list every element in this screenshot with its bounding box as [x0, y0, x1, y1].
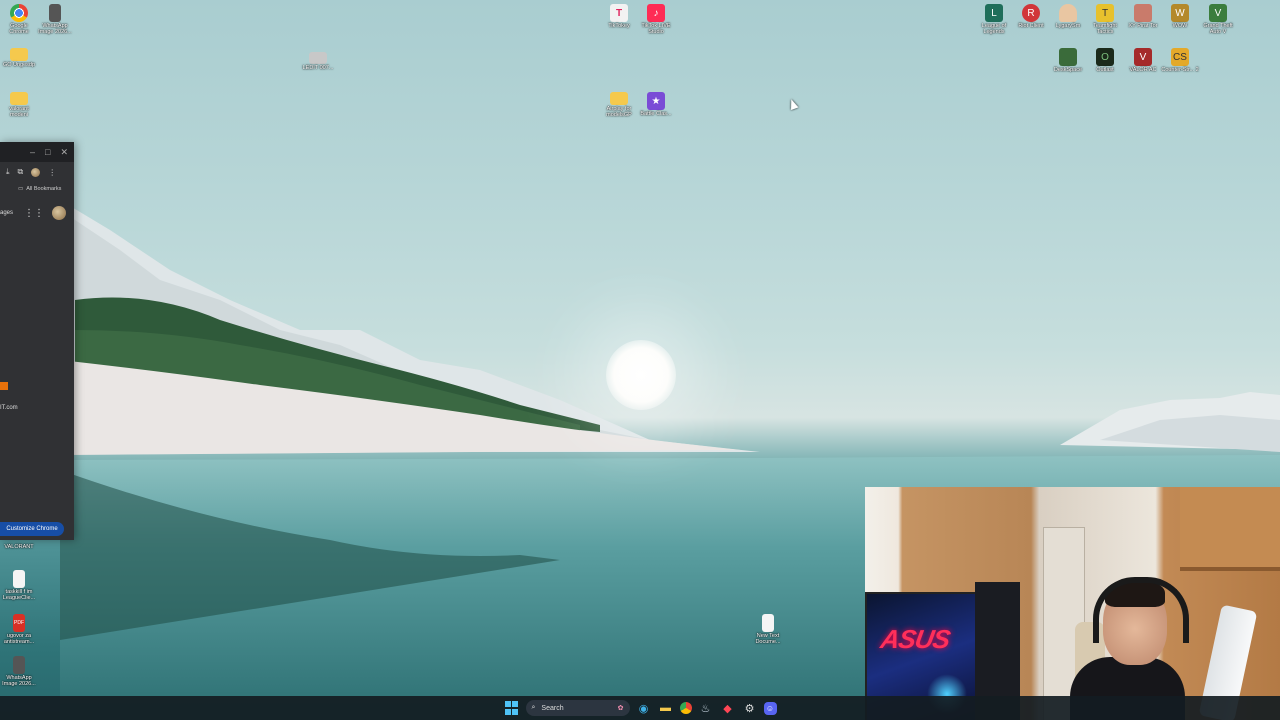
- folder-icon: [10, 48, 28, 61]
- cs2-icon: CS: [1171, 48, 1189, 66]
- search-placeholder: Search: [541, 704, 564, 712]
- desktop-icon-folder-1[interactable]: GO Ungesdp: [0, 48, 38, 68]
- chrome-icon[interactable]: [679, 702, 692, 714]
- desktop-icon-lygary[interactable]: LygarySm: [1049, 4, 1087, 29]
- file-explorer-icon[interactable]: ▬: [658, 700, 674, 716]
- taskbar: ⌕ Search ✿ ◉ ▬ ♨ ◆ ⚙ ☺: [0, 696, 1280, 720]
- profile-avatar[interactable]: [31, 167, 41, 177]
- desktop-icon-folder-airplay[interactable]: Airplay for modelsGP: [600, 92, 638, 118]
- chrome-icon: [10, 4, 28, 22]
- desktop-icon-chrome[interactable]: Google Chrome: [0, 4, 38, 35]
- webcam-overlay: ASUS: [865, 487, 1280, 720]
- bookmarks-bar: ▭ All Bookmarks: [0, 182, 74, 196]
- text-file-icon: [13, 570, 25, 588]
- desktop-icon-outlast[interactable]: O Outlast: [1086, 48, 1124, 73]
- chrome-titlebar[interactable]: – □ ✕: [0, 142, 74, 162]
- shortcut-label[interactable]: IT.com: [0, 405, 18, 411]
- customize-chrome-button[interactable]: Customize Chrome: [0, 522, 64, 536]
- wow-icon: W: [1171, 4, 1189, 22]
- desktop-icon-tiktokey[interactable]: T TikTokey: [600, 4, 638, 29]
- gta-icon: V: [1209, 4, 1227, 22]
- desktop-icon-valorant[interactable]: VALORANT: [0, 543, 38, 550]
- app-icon: [309, 52, 327, 64]
- desktop-icon-xy[interactable]: XY Pirat Tor: [1124, 4, 1162, 29]
- steam-icon[interactable]: ♨: [698, 700, 714, 716]
- sun: [606, 340, 676, 410]
- desktop-icon-valor-ac[interactable]: V VALOR AC: [1124, 48, 1162, 73]
- shortcut-icon[interactable]: [0, 382, 8, 390]
- images-link[interactable]: ages: [0, 210, 13, 216]
- app-icon: [1059, 4, 1077, 22]
- download-icon[interactable]: ⤓: [6, 167, 10, 177]
- settings-icon[interactable]: ⚙: [742, 700, 758, 716]
- desktop-icon-ugovor-pdf[interactable]: PDF ugovor za antistream...: [0, 614, 38, 645]
- desktop-icon-tiktok-live[interactable]: ♪ TikTok LIVE Studio: [637, 4, 675, 35]
- maximize-icon[interactable]: □: [45, 147, 50, 157]
- pdf-icon: PDF: [13, 614, 25, 632]
- asus-logo: ASUS: [878, 624, 952, 654]
- outlast-icon: O: [1096, 48, 1114, 66]
- menu-icon[interactable]: ⋮: [48, 168, 56, 177]
- image-file-icon: [13, 656, 25, 674]
- all-bookmarks-link[interactable]: All Bookmarks: [26, 186, 61, 192]
- folder-icon: [610, 92, 628, 105]
- start-icon[interactable]: [504, 700, 520, 716]
- desktop-icon-whatsapp-image-2[interactable]: WhatsApp Image 2026...: [0, 656, 38, 687]
- account-avatar[interactable]: [52, 206, 66, 220]
- desktop-icon-battle[interactable]: ★ Battle Clas...: [637, 92, 675, 117]
- desktop-icon-new-text[interactable]: New Text Docume...: [749, 614, 787, 645]
- desktop-icon-gta[interactable]: V Grand Theft Auto V: [1199, 4, 1237, 35]
- text-file-icon: [762, 614, 774, 632]
- desktop-icon-folder-2[interactable]: valorant modeni: [0, 92, 38, 118]
- edge-icon[interactable]: ◉: [636, 700, 652, 716]
- desktop-icon-tft[interactable]: T Teamfight Tactics: [1086, 4, 1124, 35]
- taskbar-search[interactable]: ⌕ Search ✿: [525, 700, 630, 716]
- riot-icon: R: [1022, 4, 1040, 22]
- shelf: [1180, 487, 1280, 571]
- app-icon: [1059, 48, 1077, 66]
- search-highlight-icon: ✿: [617, 705, 624, 712]
- chrome-window[interactable]: – □ ✕ ⤓ ⧉ ⋮ ▭ All Bookmarks ages ⋮⋮ IT.c…: [0, 142, 74, 540]
- close-icon[interactable]: ✕: [60, 147, 68, 158]
- desktop-icon-whatsapp-image[interactable]: WhatsApp Image 2026...: [36, 4, 74, 35]
- extensions-icon[interactable]: ⧉: [18, 167, 24, 177]
- tft-icon: T: [1096, 4, 1114, 22]
- folder-icon: ▭: [18, 186, 24, 192]
- discord-icon[interactable]: ☺: [763, 701, 777, 715]
- desktop-icon-ledit[interactable]: LEDIT 007...: [299, 52, 337, 71]
- valorant-ac-icon: V: [1134, 48, 1152, 66]
- desktop-icon-wow[interactable]: W WOW: [1161, 4, 1199, 29]
- chrome-toolbar: ⤓ ⧉ ⋮: [0, 162, 74, 182]
- tiktok-icon: T: [610, 4, 628, 22]
- minimize-icon[interactable]: –: [30, 147, 35, 157]
- image-file-icon: [49, 4, 61, 22]
- game-icon: ★: [647, 92, 665, 110]
- league-icon: L: [985, 4, 1003, 22]
- tiktok-live-icon: ♪: [647, 4, 665, 22]
- new-tab-header: ages ⋮⋮: [0, 196, 74, 220]
- app-icon: [1134, 4, 1152, 22]
- search-icon: ⌕: [531, 704, 536, 711]
- apps-grid-icon[interactable]: ⋮⋮: [24, 208, 44, 219]
- headset: [1093, 577, 1189, 643]
- valorant-ac-icon[interactable]: ◆: [720, 700, 736, 716]
- desktop-icon-deskspace[interactable]: DeskSpace: [1049, 48, 1087, 73]
- desktop-icon-taskkill-txt[interactable]: taskkill f im LeagueClie...: [0, 570, 38, 601]
- desktop-icon-riot[interactable]: R Riot Client: [1012, 4, 1050, 29]
- desktop-icon-cs2[interactable]: CS Counter-Str... 2: [1161, 48, 1199, 73]
- folder-icon: [10, 92, 28, 105]
- desktop-icon-league[interactable]: L League of Legends: [975, 4, 1013, 35]
